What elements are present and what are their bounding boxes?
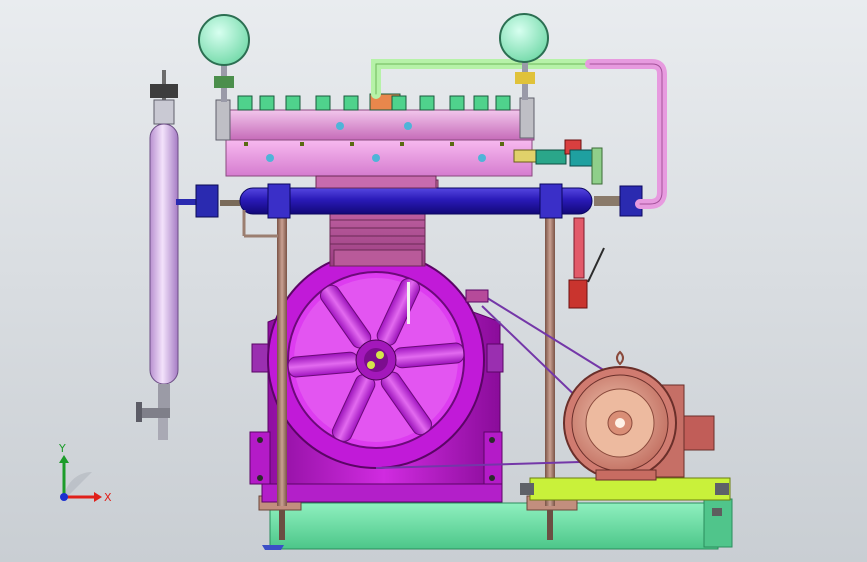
base-plate[interactable] [258, 495, 733, 550]
motor-frame [520, 477, 731, 501]
flywheel[interactable] [267, 251, 485, 469]
x-axis-label: X [104, 491, 112, 504]
y-axis-arrow [59, 455, 69, 463]
pressure-gauge-left[interactable] [198, 14, 250, 102]
z-axis-dot [60, 493, 68, 501]
cylinder-head[interactable] [215, 97, 535, 189]
y-axis-label: Y [58, 442, 66, 455]
x-axis-arrow [94, 492, 102, 502]
coordinate-triad: Y X [58, 442, 112, 504]
electric-motor[interactable] [563, 350, 715, 481]
cad-viewport[interactable]: Y X [0, 0, 867, 562]
pressure-gauge-right[interactable] [499, 13, 549, 100]
compressor-model: Y X [58, 13, 733, 550]
gas-receiver[interactable] [136, 70, 198, 440]
